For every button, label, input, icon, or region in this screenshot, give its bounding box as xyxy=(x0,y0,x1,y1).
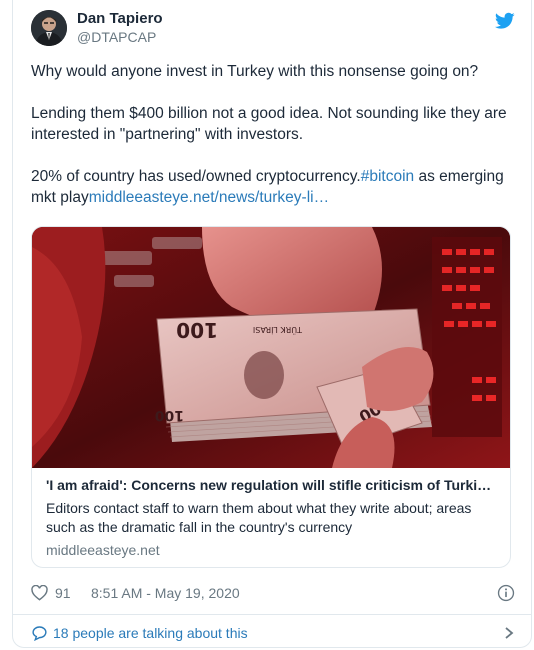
link-preview-card[interactable]: 100 100 100 TÜRK LİRASI 100 'I am afraid… xyxy=(31,226,511,568)
tweet-card: Dan Tapiero @DTAPCAP Why would anyone in… xyxy=(12,0,532,648)
banknote-header: TÜRK LİRASI xyxy=(253,325,303,335)
twitter-bird-icon[interactable] xyxy=(495,12,515,30)
tweet-paragraph-2: Lending them $400 billion not a good ide… xyxy=(31,105,507,143)
tweet-paragraph-3: 20% of country has used/owned cryptocurr… xyxy=(31,166,517,208)
footer-divider xyxy=(13,614,531,615)
avatar-image xyxy=(31,10,67,46)
tweet-text-prefix: 20% of country has used/owned cryptocurr… xyxy=(31,168,361,185)
banknote-label-1: 100 xyxy=(176,318,218,342)
info-icon[interactable] xyxy=(497,584,515,602)
speech-bubble-icon xyxy=(32,626,47,641)
banknote-label-3: 100 xyxy=(155,407,184,423)
link-card-domain: middleeasteye.net xyxy=(46,542,160,558)
tweet-text: Why would anyone invest in Turkey with t… xyxy=(31,61,517,208)
link-card-text: 'I am afraid': Concerns new regulation w… xyxy=(46,476,498,560)
conversation-label[interactable]: 18 people are talking about this xyxy=(53,625,248,641)
author-display-name[interactable]: Dan Tapiero xyxy=(77,9,163,28)
chevron-right-icon[interactable] xyxy=(503,626,515,640)
tweet-header: Dan Tapiero @DTAPCAP xyxy=(31,8,515,48)
banknotes-photo-image: 100 100 100 TÜRK LİRASI 100 xyxy=(32,227,510,468)
like-count[interactable]: 91 xyxy=(55,585,71,601)
author-names: Dan Tapiero @DTAPCAP xyxy=(77,9,163,46)
conversation-link[interactable]: 18 people are talking about this xyxy=(31,623,515,643)
hashtag-bitcoin-link[interactable]: #bitcoin xyxy=(361,168,414,185)
author-handle[interactable]: @DTAPCAP xyxy=(77,28,163,46)
link-card-title[interactable]: 'I am afraid': Concerns new regulation w… xyxy=(46,476,498,495)
article-url-link[interactable]: middleeasteye.net/news/turkey-li… xyxy=(89,189,329,206)
heart-icon[interactable] xyxy=(31,585,48,601)
tweet-meta: 91 8:51 AM - May 19, 2020 xyxy=(31,583,515,603)
link-card-description: Editors contact staff to warn them about… xyxy=(46,500,472,535)
tweet-timestamp[interactable]: 8:51 AM - May 19, 2020 xyxy=(91,585,240,601)
article-photo[interactable]: 100 100 100 TÜRK LİRASI 100 xyxy=(32,227,510,468)
author-avatar[interactable] xyxy=(31,10,67,46)
tweet-paragraph-1: Why would anyone invest in Turkey with t… xyxy=(31,63,479,80)
